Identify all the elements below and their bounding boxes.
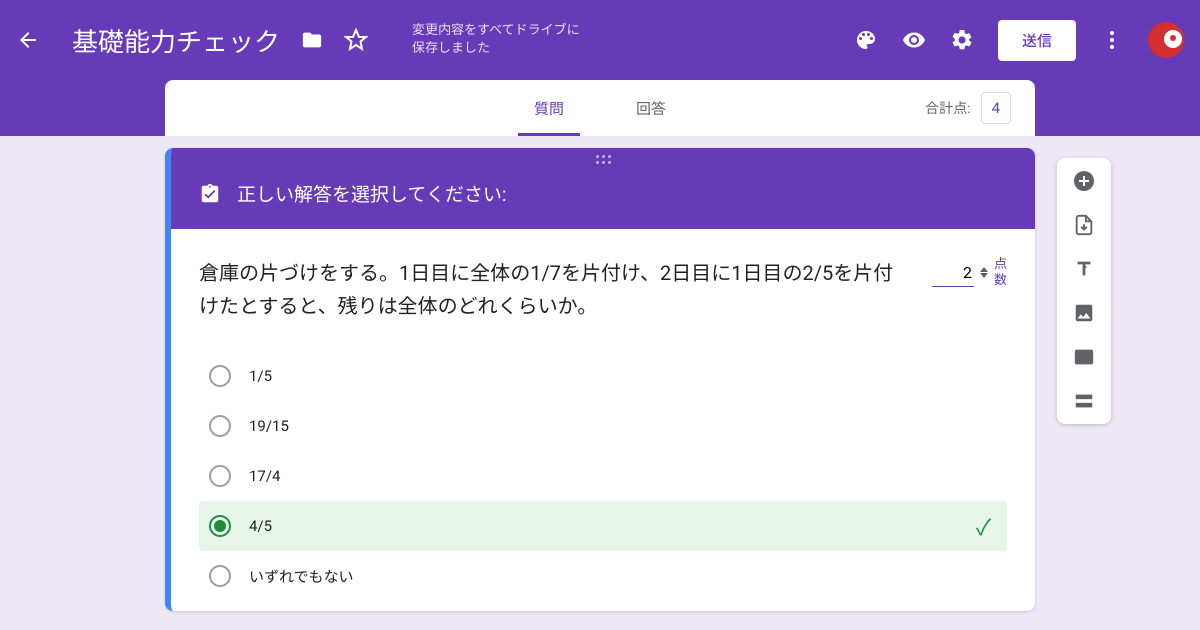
- option-label: 17/4: [249, 467, 280, 485]
- option-label: 19/15: [249, 417, 289, 435]
- options-list: 1/5 19/15 17/4 4/5 ✓ いずれでもない: [199, 351, 1007, 601]
- more-icon[interactable]: [1100, 28, 1124, 52]
- back-icon[interactable]: [16, 28, 40, 52]
- option-1[interactable]: 1/5: [199, 351, 1007, 401]
- radio-icon: [209, 465, 231, 487]
- option-3[interactable]: 17/4: [199, 451, 1007, 501]
- radio-icon: [209, 415, 231, 437]
- send-button[interactable]: 送信: [998, 20, 1076, 61]
- add-section-icon[interactable]: [1071, 388, 1097, 414]
- check-icon: ✓: [976, 510, 991, 542]
- total-score-label: 合計点:: [925, 98, 970, 118]
- question-card: 正しい解答を選択してください: 倉庫の片づけをする。1日目に全体の1/7を片付け…: [165, 148, 1035, 611]
- radio-icon: [209, 515, 231, 537]
- points-area: 点 数: [932, 257, 1007, 288]
- preview-icon[interactable]: [902, 28, 926, 52]
- palette-icon[interactable]: [854, 28, 878, 52]
- side-toolbar: [1057, 158, 1111, 424]
- option-5[interactable]: いずれでもない: [199, 551, 1007, 601]
- add-title-icon[interactable]: [1071, 256, 1097, 282]
- radio-icon: [209, 565, 231, 587]
- points-label: 点 数: [994, 257, 1007, 288]
- option-2[interactable]: 19/15: [199, 401, 1007, 451]
- add-image-icon[interactable]: [1071, 300, 1097, 326]
- question-text[interactable]: 倉庫の片づけをする。1日目に全体の1/7を片付け、2日目に1日目の2/5を片付け…: [199, 257, 912, 323]
- settings-icon[interactable]: [950, 28, 974, 52]
- tab-responses[interactable]: 回答: [620, 80, 682, 136]
- clipboard-check-icon: [199, 183, 221, 205]
- points-input[interactable]: [932, 259, 974, 287]
- radio-icon: [209, 365, 231, 387]
- add-video-icon[interactable]: [1071, 344, 1097, 370]
- import-icon[interactable]: [1071, 212, 1097, 238]
- tab-questions[interactable]: 質問: [518, 80, 580, 136]
- answer-key-header: 正しい解答を選択してください:: [171, 170, 1035, 229]
- folder-icon[interactable]: [300, 28, 324, 52]
- option-label: いずれでもない: [249, 566, 354, 587]
- question-row: 倉庫の片づけをする。1日目に全体の1/7を片付け、2日目に1日目の2/5を片付け…: [199, 257, 1007, 323]
- option-4[interactable]: 4/5 ✓: [199, 501, 1007, 551]
- star-icon[interactable]: [344, 28, 368, 52]
- header-right: 送信: [854, 20, 1184, 61]
- option-label: 1/5: [249, 367, 272, 385]
- tabs-bar: 質問 回答 合計点: 4: [165, 80, 1035, 136]
- header-left: 基礎能力チェック 変更内容をすべてドライブに 保存しました: [16, 22, 580, 59]
- total-score-value: 4: [981, 92, 1011, 124]
- save-status: 変更内容をすべてドライブに 保存しました: [412, 22, 580, 58]
- avatar[interactable]: [1148, 22, 1184, 58]
- save-status-line2: 保存しました: [412, 40, 580, 58]
- page-wrap: 質問 回答 合計点: 4: [0, 80, 1200, 136]
- card-body: 倉庫の片づけをする。1日目に全体の1/7を片付け、2日目に1日目の2/5を片付け…: [171, 229, 1035, 611]
- points-stepper[interactable]: [980, 267, 988, 278]
- content: 正しい解答を選択してください: 倉庫の片づけをする。1日目に全体の1/7を片付け…: [165, 148, 1035, 611]
- save-status-line1: 変更内容をすべてドライブに: [412, 22, 580, 40]
- drag-handle[interactable]: [171, 148, 1035, 170]
- instruction-text: 正しい解答を選択してください:: [237, 180, 506, 207]
- app-header: 基礎能力チェック 変更内容をすべてドライブに 保存しました 送信: [0, 0, 1200, 80]
- total-score: 合計点: 4: [925, 92, 1011, 124]
- tabs-center: 質問 回答: [518, 80, 682, 136]
- add-question-icon[interactable]: [1071, 168, 1097, 194]
- form-title[interactable]: 基礎能力チェック: [72, 22, 280, 59]
- option-label: 4/5: [249, 517, 272, 535]
